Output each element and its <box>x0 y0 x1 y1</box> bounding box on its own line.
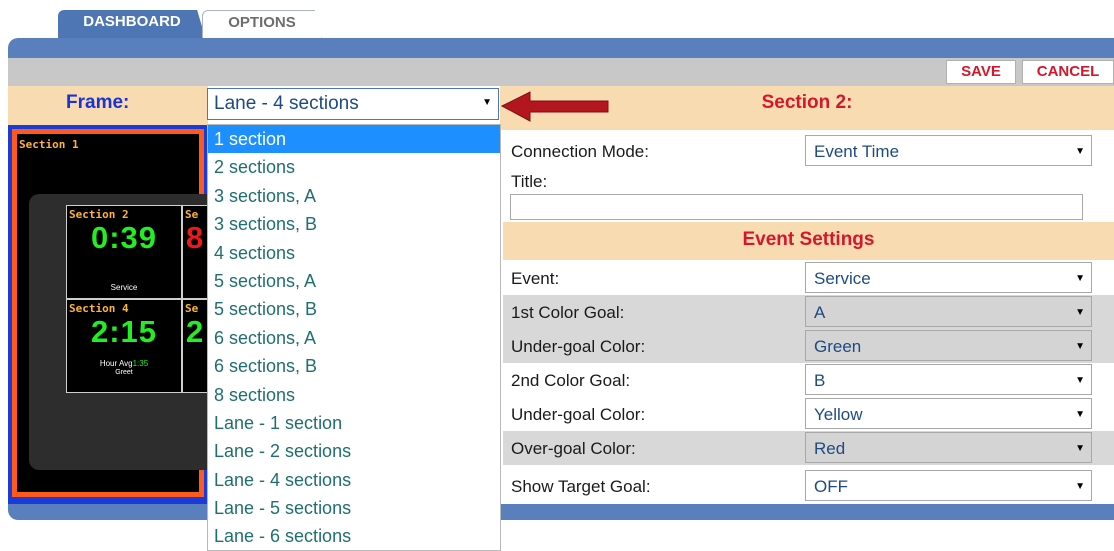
dropdown-option[interactable]: 3 sections, B <box>208 210 500 238</box>
dropdown-option[interactable]: 6 sections, A <box>208 324 500 352</box>
preview-cell-time: 2:15 <box>90 314 158 349</box>
preview-cell: Section 4 2:15 Hour Avg1:35 Greet <box>66 299 182 393</box>
dropdown-option[interactable]: Lane - 4 sections <box>208 466 500 494</box>
dropdown-option[interactable]: 2 sections <box>208 153 500 181</box>
show-target-goal-value: OFF <box>814 477 848 496</box>
title-input[interactable] <box>510 194 1083 220</box>
settings-row-label: Show Target Goal: <box>511 477 651 496</box>
under-goal-color-value: Green <box>814 337 862 356</box>
dropdown-arrow-icon: ▼ <box>1075 146 1085 157</box>
settings-row-label: Under-goal Color: <box>511 405 646 424</box>
settings-row-first-goal: 1st Color Goal: A ▼ <box>503 295 1114 329</box>
preview-hour-avg-label: Hour Avg <box>99 359 133 368</box>
frame-select[interactable]: Lane - 4 sections ▼ <box>207 88 499 120</box>
dropdown-option[interactable]: 1 section <box>208 125 500 154</box>
over-goal-color-select[interactable]: Red ▼ <box>805 432 1092 463</box>
settings-row-label: 1st Color Goal: <box>511 303 625 322</box>
dropdown-arrow-icon: ▼ <box>1075 375 1085 386</box>
settings-row-label: Event: <box>511 269 560 288</box>
dropdown-option[interactable]: Lane - 6 sections <box>208 522 500 550</box>
cancel-button[interactable]: CANCEL <box>1022 60 1114 84</box>
frame-label: Frame: <box>66 92 130 113</box>
arrow-pointer-icon <box>500 91 609 122</box>
preview-cell-sub: Service <box>110 283 138 292</box>
settings-row-under-goal-1: Under-goal Color: Green ▼ <box>503 329 1114 363</box>
dropdown-option[interactable]: 8 sections <box>208 381 500 409</box>
frame-select-value: Lane - 4 sections <box>214 93 359 114</box>
settings-row-second-goal: 2nd Color Goal: B ▼ <box>503 363 1114 397</box>
connection-mode-select[interactable]: Event Time ▼ <box>805 135 1092 166</box>
dropdown-option[interactable]: 5 sections, B <box>208 295 500 323</box>
under-goal-color-2-select[interactable]: Yellow ▼ <box>805 398 1092 429</box>
settings-row-label: Over-goal Color: <box>511 439 636 458</box>
settings-row-label: Under-goal Color: <box>511 337 646 356</box>
first-color-goal-value: A <box>814 303 826 322</box>
dropdown-option[interactable]: 5 sections, A <box>208 267 500 295</box>
connection-mode-label: Connection Mode: <box>511 142 649 161</box>
dropdown-option[interactable]: Lane - 5 sections <box>208 494 500 522</box>
dropdown-option[interactable]: Lane - 2 sections <box>208 437 500 465</box>
dropdown-arrow-icon: ▼ <box>1075 481 1085 492</box>
show-target-goal-select[interactable]: OFF ▼ <box>805 470 1092 501</box>
dropdown-arrow-icon: ▼ <box>1075 273 1085 284</box>
event-value: Service <box>814 269 871 288</box>
dropdown-option[interactable]: 3 sections, A <box>208 182 500 210</box>
save-button[interactable]: SAVE <box>946 60 1016 84</box>
settings-row-event: Event: Service ▼ <box>503 261 1114 295</box>
panel-frame-top <box>8 38 1114 60</box>
frame-dropdown-list: 1 section 2 sections 3 sections, A 3 sec… <box>207 124 501 551</box>
tab-options[interactable]: OPTIONS <box>202 10 322 40</box>
preview-cell-time: 0:39 <box>90 220 158 255</box>
tab-dashboard[interactable]: DASHBOARD <box>58 10 206 40</box>
layout-preview: Section 1 Section 2 0:39 Service Se 8 Se… <box>8 125 222 505</box>
under-goal-color-2-value: Yellow <box>814 405 863 424</box>
title-label: Title: <box>511 172 548 191</box>
second-color-goal-select[interactable]: B ▼ <box>805 364 1092 395</box>
preview-cell: Section 2 0:39 Service <box>66 205 182 299</box>
panel-frame-bottom <box>8 504 1114 520</box>
dropdown-option[interactable]: 6 sections, B <box>208 352 500 380</box>
settings-row-show-target: Show Target Goal: OFF ▼ <box>503 469 1114 503</box>
connection-mode-row: Connection Mode: Event Time ▼ <box>503 134 1114 168</box>
second-color-goal-value: B <box>814 371 826 390</box>
preview-screen: Section 1 Section 2 0:39 Service Se 8 Se… <box>12 129 222 497</box>
event-settings-header: Event Settings <box>503 222 1114 260</box>
event-select[interactable]: Service ▼ <box>805 262 1092 293</box>
dropdown-arrow-icon: ▼ <box>482 97 492 108</box>
preview-hour-avg-value: 1:35 <box>132 359 149 368</box>
preview-cell-sub2: Greet <box>115 369 133 376</box>
preview-section1-label: Section 1 <box>19 138 79 151</box>
dropdown-arrow-icon: ▼ <box>1075 307 1085 318</box>
settings-row-label: 2nd Color Goal: <box>511 371 631 390</box>
over-goal-color-value: Red <box>814 439 846 458</box>
settings-row-over-goal: Over-goal Color: Red ▼ <box>503 431 1114 465</box>
under-goal-color-select[interactable]: Green ▼ <box>805 330 1092 361</box>
dropdown-arrow-icon: ▼ <box>1075 409 1085 420</box>
dropdown-arrow-icon: ▼ <box>1075 341 1085 352</box>
preview-lane-panel: Section 2 0:39 Service Se 8 Section 4 2:… <box>29 194 222 470</box>
dropdown-option[interactable]: 4 sections <box>208 239 500 267</box>
dropdown-arrow-icon: ▼ <box>1075 443 1085 454</box>
event-settings-title: Event Settings <box>742 229 875 250</box>
settings-row-under-goal-2: Under-goal Color: Yellow ▼ <box>503 397 1114 431</box>
dropdown-option[interactable]: Lane - 1 section <box>208 409 500 437</box>
connection-mode-value: Event Time <box>814 142 900 161</box>
first-color-goal-select[interactable]: A ▼ <box>805 296 1092 327</box>
preview-cell-sub: Hour Avg1:35 <box>67 359 181 368</box>
